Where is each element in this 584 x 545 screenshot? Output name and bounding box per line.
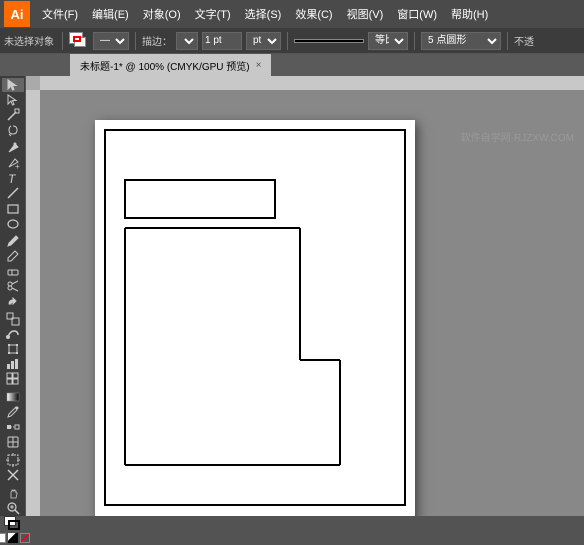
menu-window[interactable]: 窗口(W) (391, 4, 443, 24)
stroke-ratio-select[interactable]: 等比 (368, 32, 408, 50)
tool-scale[interactable] (2, 312, 24, 326)
toolbox: + T (0, 76, 26, 516)
doc-tab-active[interactable]: 未标题-1* @ 100% (CMYK/GPU 预览) × (70, 54, 271, 76)
menu-view[interactable]: 视图(V) (341, 4, 390, 24)
menu-object[interactable]: 对象(O) (137, 4, 187, 24)
stroke-width-select[interactable]: ◇ (176, 32, 198, 50)
tool-magic-wand[interactable] (2, 108, 24, 122)
tool-lasso[interactable] (2, 123, 24, 137)
tool-live-paint[interactable] (2, 435, 24, 449)
stroke-size-input[interactable]: 1 pt (202, 32, 242, 50)
doc-tab-close[interactable]: × (256, 60, 262, 71)
tool-direct-select[interactable] (2, 93, 24, 107)
canvas-viewport[interactable] (40, 90, 584, 516)
tool-ellipse[interactable] (2, 216, 24, 230)
tool-selection[interactable] (2, 78, 24, 92)
tool-rotate[interactable] (2, 297, 24, 311)
app-logo: Ai (4, 1, 30, 27)
ruler-top: // rendered via SVG ticks below (40, 76, 584, 90)
control-toolbar: 未选择对象 — 描边： ◇ 1 pt pt 等比 5 点圆形 不透 (0, 28, 584, 54)
grad-btn[interactable] (8, 533, 18, 543)
tool-bar-chart[interactable] (2, 357, 24, 371)
ruler-left (26, 76, 40, 516)
tool-free-transform[interactable] (2, 342, 24, 356)
ruler-corner (26, 76, 40, 90)
tool-blend[interactable] (2, 420, 24, 434)
svg-text:T: T (8, 172, 17, 185)
watermark-text: 软件自学网·RJZXW.COM (461, 129, 574, 144)
menu-type[interactable]: 文字(T) (189, 4, 237, 24)
tool-zoom[interactable] (2, 501, 24, 515)
doc-tab-bar: 未标题-1* @ 100% (CMYK/GPU 预览) × 软件自学网·RJZX… (0, 54, 584, 76)
fill-stroke-indicator[interactable] (4, 516, 22, 530)
tool-paint-brush[interactable] (2, 234, 24, 248)
tool-pen[interactable] (2, 141, 24, 155)
tool-type[interactable]: T (2, 171, 24, 185)
tool-grid[interactable] (2, 372, 24, 386)
fill-white-btn[interactable] (0, 533, 6, 543)
tool-eraser[interactable] (2, 264, 24, 278)
svg-text:+: + (15, 162, 20, 170)
menu-edit[interactable]: 编辑(E) (86, 4, 135, 24)
stroke-style-select[interactable]: — (93, 32, 129, 50)
none-btn[interactable] (20, 533, 30, 543)
doc-tab-title: 未标题-1* @ 100% (CMYK/GPU 预览) (80, 58, 250, 73)
color-mode-buttons (0, 533, 30, 543)
menu-select[interactable]: 选择(S) (239, 4, 288, 24)
tool-eyedropper[interactable] (2, 405, 24, 419)
artboard-shapes (95, 120, 415, 516)
tool-add-anchor[interactable]: + (2, 156, 24, 170)
title-bar: Ai 文件(F) 编辑(E) 对象(O) 文字(T) 选择(S) 效果(C) 视… (0, 0, 584, 28)
tool-rect[interactable] (2, 201, 24, 215)
tool-gradient[interactable] (2, 390, 24, 404)
artboard (95, 120, 415, 516)
brush-select[interactable]: 5 点圆形 (421, 32, 501, 50)
stroke-preview (294, 39, 364, 43)
fill-color-box[interactable] (69, 32, 89, 50)
opacity-label: 不透 (514, 33, 534, 48)
tool-slice[interactable] (2, 468, 24, 482)
tool-line[interactable] (2, 186, 24, 200)
tool-warp[interactable] (2, 327, 24, 341)
tool-hand[interactable] (2, 486, 24, 500)
menu-help[interactable]: 帮助(H) (445, 4, 494, 24)
menu-file[interactable]: 文件(F) (36, 4, 84, 24)
tool-scissors[interactable] (2, 279, 24, 293)
stroke-width-label: 描边： (142, 33, 172, 48)
no-selection-label: 未选择对象 (4, 33, 54, 48)
menu-bar: 文件(F) 编辑(E) 对象(O) 文字(T) 选择(S) 效果(C) 视图(V… (36, 4, 494, 24)
menu-effect[interactable]: 效果(C) (289, 4, 338, 24)
stroke-unit-select[interactable]: pt (246, 32, 281, 50)
tool-pencil[interactable] (2, 249, 24, 263)
tool-artboard[interactable] (2, 453, 24, 467)
